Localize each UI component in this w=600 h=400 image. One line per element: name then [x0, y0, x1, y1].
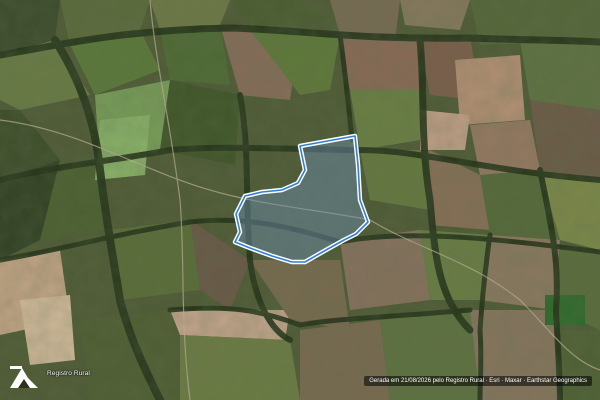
registro-rural-logo-icon [8, 362, 40, 390]
map-attribution: Gerada em 21/08/2026 pelo Registro Rural… [364, 376, 592, 386]
satellite-imagery [0, 0, 600, 400]
brand-label: Registro Rural [47, 370, 90, 377]
satellite-map[interactable]: Registro Rural Gerada em 21/08/2026 pelo… [0, 0, 600, 400]
